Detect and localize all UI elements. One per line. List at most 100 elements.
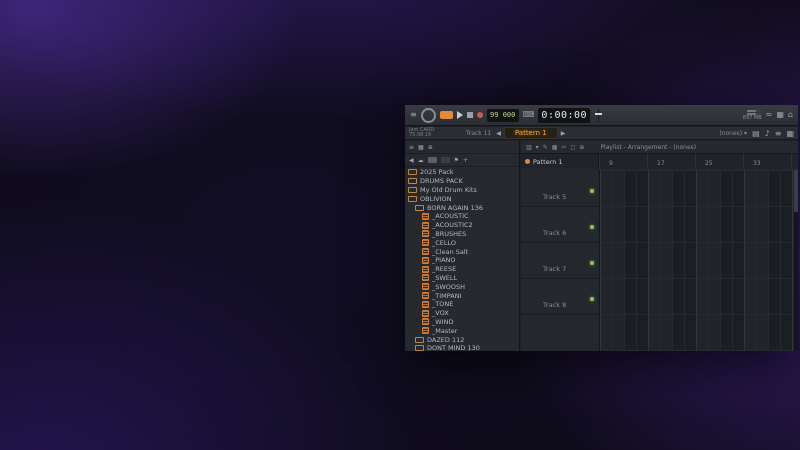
browser-item-label: _BRUSHES	[432, 230, 466, 238]
draw-tool-icon[interactable]: ✎	[543, 144, 548, 151]
browser-item[interactable]: DRUMS PACK	[405, 177, 519, 186]
browser-item[interactable]: _REESE	[405, 265, 519, 274]
wave-candy-icon[interactable]: ≈	[766, 111, 773, 119]
browser-toggle-icon[interactable]: ▦	[786, 129, 794, 138]
browser-item-label: My Old Drum Kits	[420, 186, 477, 194]
home-icon[interactable]: ⌂	[788, 111, 793, 119]
typing-keyboard-badge-icon[interactable]	[440, 111, 453, 119]
sample-icon	[422, 292, 429, 299]
playlist-toggle-icon[interactable]: ▤	[752, 129, 760, 138]
browser-item[interactable]: _SWELL	[405, 274, 519, 283]
pattern-selector-button[interactable]: Pattern 1	[504, 127, 558, 139]
browser-item[interactable]: BORN AGAIN 136	[405, 203, 519, 212]
playlist-header: Pattern 1 9172533	[521, 154, 798, 170]
folder-icon	[415, 205, 424, 211]
browser-flag-icon[interactable]: ⚑	[454, 157, 459, 164]
jog-wheel-icon[interactable]	[421, 108, 436, 123]
browser-item[interactable]: _CELLO	[405, 238, 519, 247]
ruler-number: 17	[657, 160, 665, 167]
playlist-panel: ▥ ▾ ✎ ▦ ✂ ◻ ⊕ Playlist - Arrangement - (…	[521, 141, 798, 351]
playlist-titlebar: ▥ ▾ ✎ ▦ ✂ ◻ ⊕ Playlist - Arrangement - (…	[521, 141, 798, 154]
main-menu-icon[interactable]: ≡	[410, 111, 417, 119]
master-volume-slider[interactable]	[594, 108, 603, 123]
browser-tab-icon[interactable]	[441, 157, 450, 163]
clip-source-icon[interactable]: ▥	[526, 144, 532, 151]
paint-tool-icon[interactable]: ▦	[552, 144, 558, 151]
typing-to-piano-icon[interactable]: ⌨	[523, 111, 535, 119]
browser-cloud-icon[interactable]: ☁	[418, 157, 424, 164]
browser-item[interactable]: _BRUSHES	[405, 230, 519, 239]
browser-item[interactable]: My Old Drum Kits	[405, 186, 519, 195]
browser-item[interactable]: _VOX	[405, 309, 519, 318]
track-name-cell[interactable]: Track 7	[521, 242, 599, 279]
browser-menu-icon[interactable]: ≡	[409, 144, 414, 151]
browser-tab-icon[interactable]	[428, 157, 437, 163]
browser-add-icon[interactable]: ⊕	[428, 144, 433, 151]
mixer-toggle-icon[interactable]: ≡	[775, 129, 782, 138]
browser-item-label: _ACOUSTIC	[432, 212, 469, 220]
panel-toggles: ▤ ♪ ≡ ▦	[752, 129, 794, 138]
timeline-ruler[interactable]: 9172533	[599, 154, 798, 169]
sample-icon	[422, 239, 429, 246]
zoom-tool-icon[interactable]: ⊕	[579, 144, 584, 151]
memory-label: 897 MB	[743, 116, 762, 121]
piano-roll-toggle-icon[interactable]: ♪	[765, 129, 770, 138]
track-name-cell[interactable]: Track 6	[521, 206, 599, 243]
browser-grid-icon[interactable]: ▦	[418, 144, 424, 151]
browser-back-icon[interactable]: ◀	[409, 157, 414, 164]
playlist-vertical-scrollbar[interactable]	[794, 170, 798, 351]
playlist-menu-icon[interactable]: ▾	[536, 144, 539, 151]
browser-item-label: _ACOUSTIC2	[432, 221, 473, 229]
browser-item[interactable]: DONT MIND 130	[405, 344, 519, 351]
sample-icon	[422, 283, 429, 290]
pattern-chip[interactable]: Pattern 1	[521, 154, 599, 169]
browser-item-label: _REESE	[432, 265, 456, 273]
pattern-next-icon[interactable]: ▶	[561, 130, 566, 137]
browser-item[interactable]: _TIMPANI	[405, 291, 519, 300]
record-button[interactable]	[477, 112, 483, 118]
playlist-grid[interactable]	[600, 170, 798, 351]
folder-icon	[408, 196, 417, 202]
pattern-prev-icon[interactable]: ◀	[496, 130, 501, 137]
browser-plus-icon[interactable]: +	[463, 157, 468, 164]
browser-item-label: DONT MIND 130	[427, 344, 480, 351]
time-display[interactable]: 0:00:00	[538, 108, 590, 123]
track-name: Track 6	[543, 229, 566, 237]
track-active-dot[interactable]	[590, 297, 594, 301]
browser-item[interactable]: _SWOOSH	[405, 282, 519, 291]
track-name-cell[interactable]: Track 8	[521, 278, 599, 315]
tools-grid-icon[interactable]: ▦	[776, 111, 784, 119]
browser-item[interactable]: _Master	[405, 326, 519, 335]
browser-item[interactable]: _WIND	[405, 318, 519, 327]
folder-icon	[408, 187, 417, 193]
browser-item[interactable]: _PIANO	[405, 256, 519, 265]
browser-item[interactable]: 2025 Pack	[405, 168, 519, 177]
sample-icon	[422, 318, 429, 325]
sample-icon	[422, 257, 429, 264]
tempo-display[interactable]: 99 000	[487, 109, 519, 122]
sample-icon	[422, 274, 429, 281]
delete-tool-icon[interactable]: ✂	[561, 144, 566, 151]
track-active-dot[interactable]	[590, 225, 594, 229]
ruler-number: 25	[705, 160, 713, 167]
browser-item-label: _SWOOSH	[432, 283, 465, 291]
track-active-dot[interactable]	[590, 261, 594, 265]
browser-item[interactable]: DAZED 112	[405, 335, 519, 344]
desktop-wallpaper: ≡ 99 000 ⌨ 0:00:00 897 MB ≈ ▦ ⌂ Jam CARD…	[0, 0, 800, 450]
browser-item[interactable]: _TONE	[405, 300, 519, 309]
folder-icon	[408, 178, 417, 184]
snap-dropdown[interactable]: (nones) ▾	[719, 130, 747, 137]
ruler-number: 9	[609, 160, 613, 167]
browser-item[interactable]: _ACOUSTIC2	[405, 221, 519, 230]
browser-item[interactable]: _Clean Salt	[405, 247, 519, 256]
browser-item[interactable]: OBLIVION	[405, 194, 519, 203]
pattern-chip-label: Pattern 1	[533, 158, 563, 166]
track-name: Track 7	[543, 265, 566, 273]
select-tool-icon[interactable]: ◻	[570, 144, 575, 151]
track-name-cell[interactable]: Track 5	[521, 170, 599, 207]
browser-item[interactable]: _ACOUSTIC	[405, 212, 519, 221]
stop-button[interactable]	[467, 112, 473, 118]
play-button[interactable]	[457, 111, 463, 119]
track-active-dot[interactable]	[590, 189, 594, 193]
browser-item-label: _CELLO	[432, 239, 456, 247]
